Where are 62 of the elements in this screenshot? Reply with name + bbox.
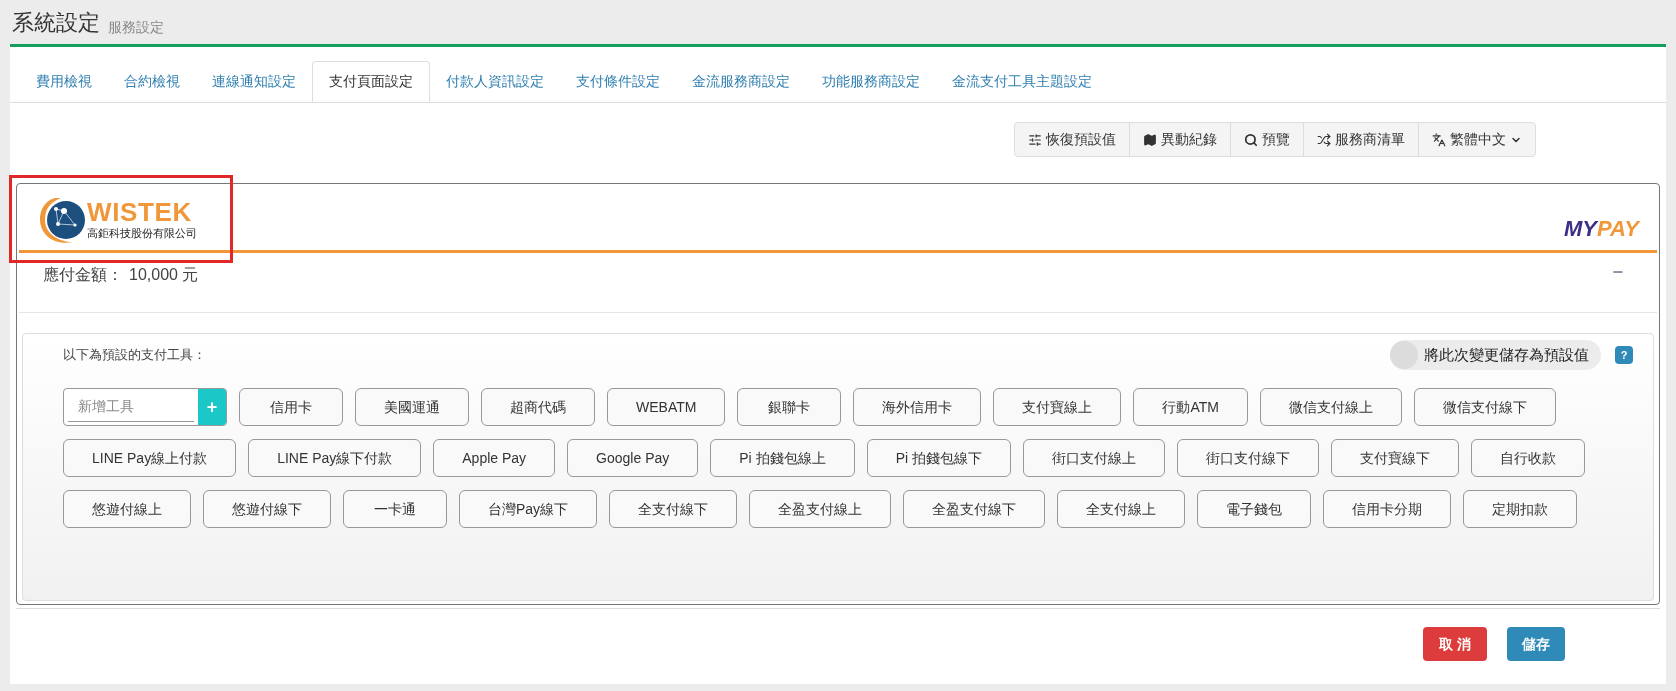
map-icon [1143,132,1157,147]
tab[interactable]: 付款人資訊設定 [430,61,560,102]
tab[interactable]: 支付頁面設定 [312,61,430,102]
payment-tool-button[interactable]: 悠遊付線上 [63,490,191,528]
tools-caption: 以下為預設的支付工具： [63,346,206,365]
tab[interactable]: 費用檢視 [20,61,108,102]
shuffle-icon [1317,132,1331,147]
help-button[interactable]: ? [1615,346,1633,364]
payment-tool-button[interactable]: LINE Pay線下付款 [248,439,422,477]
toolbar-button[interactable]: 服務商清單 [1303,123,1418,156]
payment-tool-button[interactable]: 街口支付線上 [1022,439,1165,477]
payment-tool-button[interactable]: 支付寶線下 [1330,439,1459,477]
payment-tool-button[interactable]: 一卡通 [343,490,447,528]
payment-tool-button[interactable]: Apple Pay [433,439,556,477]
payment-tool-button[interactable]: 全支付線上 [1057,490,1186,528]
save-button[interactable]: 儲存 [1507,627,1565,661]
payment-tool-button[interactable]: 行動ATM [1133,388,1248,426]
payment-tool-button[interactable]: 街口支付線下 [1176,439,1319,477]
payment-tool-button[interactable]: 全支付線下 [609,490,738,528]
payment-tool-button[interactable]: 悠遊付線下 [203,490,331,528]
search-icon [1244,132,1258,147]
payment-tool-button[interactable]: Pi 拍錢包線上 [710,439,855,477]
payment-tool-button[interactable]: 微信支付線下 [1413,388,1556,426]
payment-tool-button[interactable]: 自行收款 [1470,439,1585,477]
payment-tool-button[interactable]: 微信支付線上 [1259,388,1402,426]
language-icon [1432,132,1446,147]
toolbar-button[interactable]: 繁體中文 [1418,123,1535,156]
page-title: 系統設定 [12,12,100,34]
payment-tool-button[interactable]: Pi 拍錢包線下 [866,439,1011,477]
payment-tool-button[interactable]: 海外信用卡 [853,388,982,426]
sliders-icon [1028,132,1042,147]
amount-label: 應付金額： [43,265,123,285]
cancel-button[interactable]: 取 消 [1423,627,1487,661]
payment-tool-button[interactable]: 台灣Pay線下 [459,490,598,528]
tab[interactable]: 金流支付工具主題設定 [936,61,1108,102]
payment-tool-button[interactable]: 信用卡分期 [1323,490,1452,528]
page-subtitle: 服務設定 [108,20,164,34]
brand-logo: MYPAY [1564,218,1639,240]
payment-tool-button[interactable]: 全盈支付線上 [749,490,892,528]
save-as-default-switch[interactable]: 將此次變更儲存為預設值 [1390,340,1601,370]
payment-tool-button[interactable]: 銀聯卡 [737,388,842,426]
payment-tool-button[interactable]: 美國運通 [355,388,469,426]
tab[interactable]: 連線通知設定 [196,61,312,102]
company-logo-subtitle: 高鉅科技股份有限公司 [87,227,197,241]
tab[interactable]: 功能服務商設定 [806,61,936,102]
tab[interactable]: 金流服務商設定 [676,61,806,102]
amount-value: 10,000 元 [129,265,199,285]
payment-tool-button[interactable]: WEBATM [607,388,726,426]
payment-tool-button[interactable]: 電子錢包 [1197,490,1312,528]
payment-tool-button[interactable]: 信用卡 [239,388,343,426]
payment-tool-button[interactable]: 全盈支付線下 [903,490,1046,528]
payment-tool-button[interactable]: 超商代碼 [481,388,595,426]
toolbar-button[interactable]: 預覽 [1230,123,1303,156]
payment-tool-button[interactable]: LINE Pay線上付款 [63,439,237,477]
payment-tool-button[interactable]: Google Pay [567,439,699,477]
company-logo-name: WISTEK [87,199,193,226]
toolbar-button[interactable]: 異動紀錄 [1129,123,1230,156]
payment-tool-button[interactable]: 定期扣款 [1463,490,1578,528]
tab[interactable]: 合約檢視 [108,61,196,102]
toolbar-button[interactable]: 恢復預設值 [1015,123,1129,156]
payment-tool-button[interactable]: 支付寶線上 [993,388,1122,426]
tab[interactable]: 支付條件設定 [560,61,676,102]
